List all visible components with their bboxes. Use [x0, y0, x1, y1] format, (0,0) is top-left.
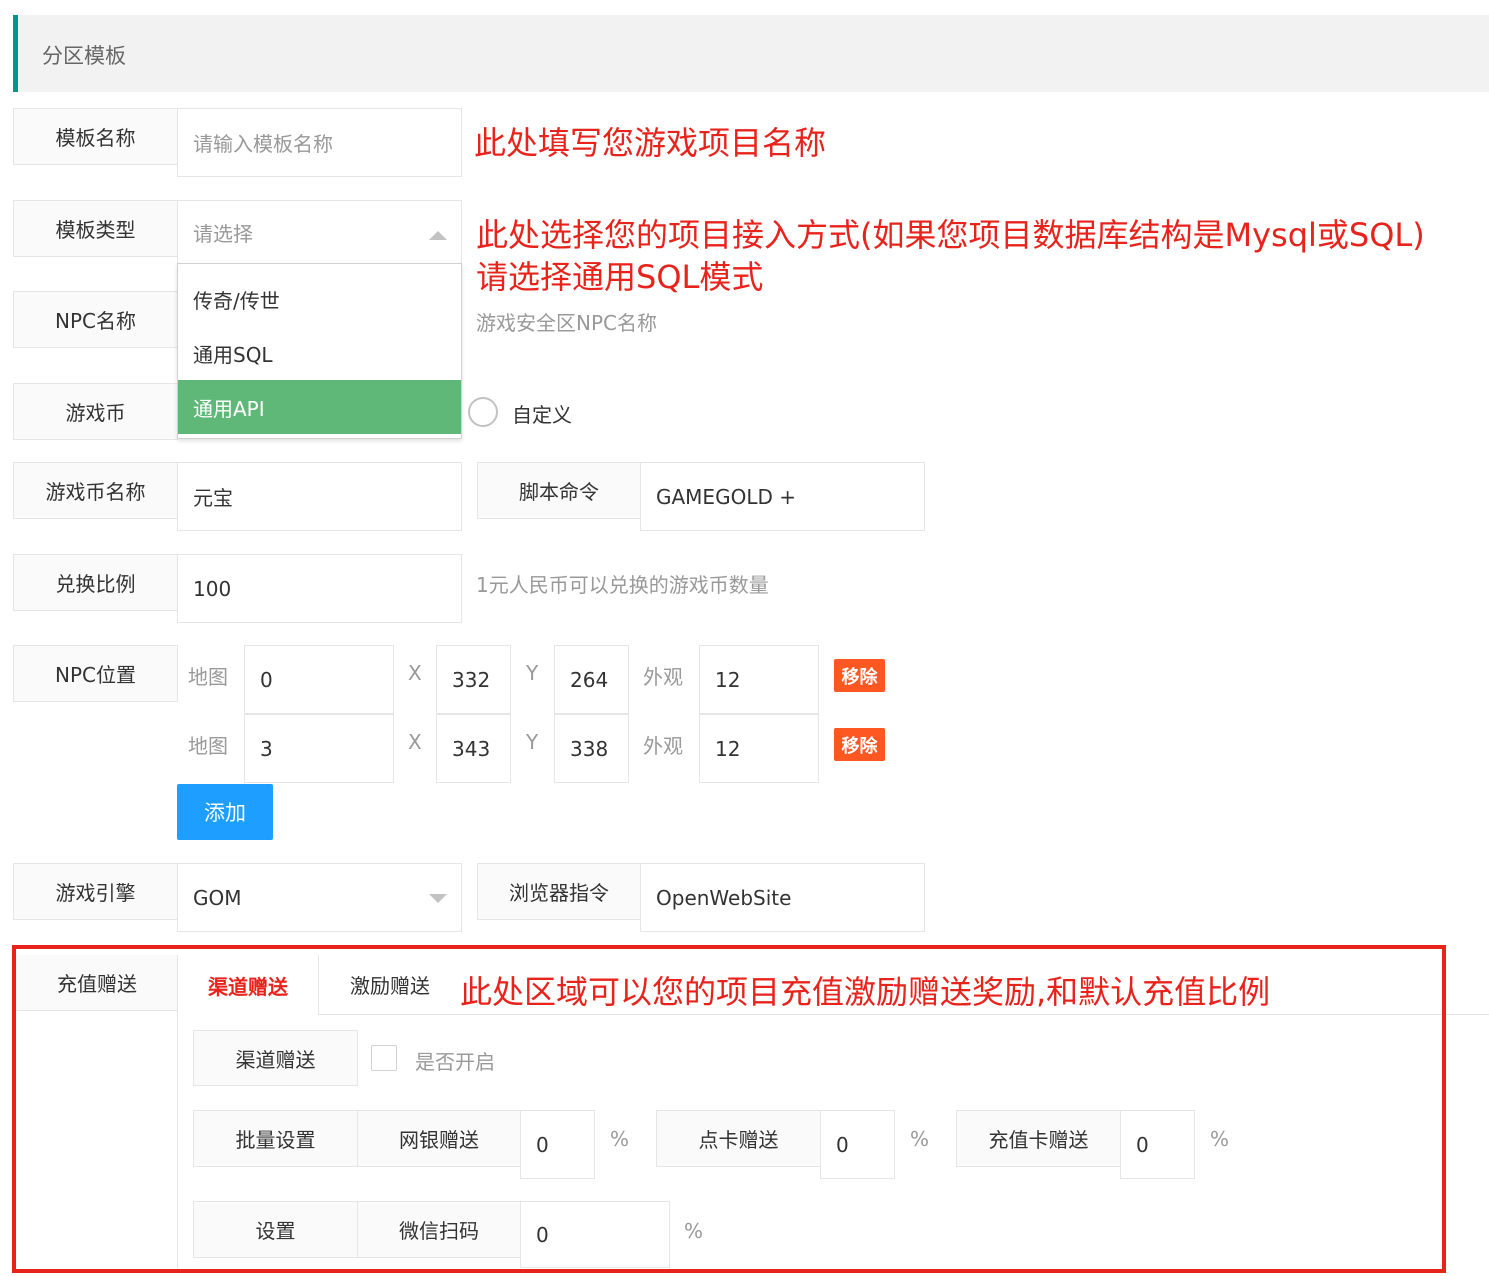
npc-position-label: NPC位置 [13, 645, 178, 702]
template-type-label: 模板类型 [13, 200, 178, 257]
look-input[interactable]: 12 [699, 645, 819, 714]
caret-up-icon [429, 231, 447, 240]
template-type-dropdown: 传奇/传世 通用SQL 通用API [177, 263, 462, 439]
custom-radio-label: 自定义 [512, 403, 572, 427]
template-name-label: 模板名称 [13, 108, 178, 165]
currency-name-label: 游戏币名称 [13, 462, 178, 519]
add-button[interactable]: 添加 [177, 784, 273, 840]
browser-command-input[interactable]: OpenWebSite [640, 863, 925, 932]
browser-command-label: 浏览器指令 [477, 863, 641, 920]
template-name-input[interactable]: 请输入模板名称 [177, 108, 462, 177]
exchange-ratio-input[interactable]: 100 [177, 554, 462, 623]
exchange-ratio-hint: 1元人民币可以兑换的游戏币数量 [476, 573, 769, 597]
look-input[interactable]: 12 [699, 714, 819, 783]
game-engine-label: 游戏引擎 [13, 863, 178, 920]
currency-name-input[interactable]: 元宝 [177, 462, 462, 531]
remove-button[interactable]: 移除 [834, 728, 885, 761]
x-label: X [408, 730, 422, 754]
look-label: 外观 [643, 734, 683, 758]
script-command-input[interactable]: GAMEGOLD + [640, 462, 925, 531]
annotation-template-name: 此处填写您游戏项目名称 [474, 124, 827, 162]
annotation-template-type-2: 请选择通用SQL模式 [476, 258, 764, 296]
template-type-select[interactable]: 请选择 [177, 200, 462, 264]
npc-name-label: NPC名称 [13, 291, 178, 348]
custom-radio[interactable] [468, 397, 498, 427]
map-label: 地图 [188, 734, 228, 758]
npc-name-hint: 游戏安全区NPC名称 [476, 311, 657, 335]
caret-down-icon [429, 894, 447, 903]
y-label: Y [526, 730, 539, 754]
game-engine-value: GOM [193, 885, 242, 910]
game-engine-select[interactable]: GOM [177, 863, 462, 932]
look-label: 外观 [643, 665, 683, 689]
game-currency-label: 游戏币 [13, 383, 178, 440]
template-name-placeholder: 请输入模板名称 [193, 132, 333, 156]
dropdown-option-sql[interactable]: 通用SQL [178, 326, 461, 380]
annotation-template-type-1: 此处选择您的项目接入方式(如果您项目数据库结构是Mysql或SQL) [476, 216, 1425, 254]
map-input[interactable]: 0 [244, 645, 394, 714]
template-type-placeholder: 请选择 [193, 221, 253, 246]
y-input[interactable]: 338 [554, 714, 629, 783]
section-header [13, 15, 1489, 92]
x-label: X [408, 661, 422, 685]
remove-button[interactable]: 移除 [834, 659, 885, 692]
page-title: 分区模板 [42, 44, 126, 68]
dropdown-option-api[interactable]: 通用API [178, 380, 461, 434]
annotation-highlight-box [12, 945, 1446, 1273]
x-input[interactable]: 332 [436, 645, 511, 714]
dropdown-option-legend[interactable]: 传奇/传世 [178, 272, 461, 326]
script-command-label: 脚本命令 [477, 462, 641, 519]
y-label: Y [526, 661, 539, 685]
exchange-ratio-label: 兑换比例 [13, 554, 178, 611]
x-input[interactable]: 343 [436, 714, 511, 783]
y-input[interactable]: 264 [554, 645, 629, 714]
map-label: 地图 [188, 665, 228, 689]
map-input[interactable]: 3 [244, 714, 394, 783]
